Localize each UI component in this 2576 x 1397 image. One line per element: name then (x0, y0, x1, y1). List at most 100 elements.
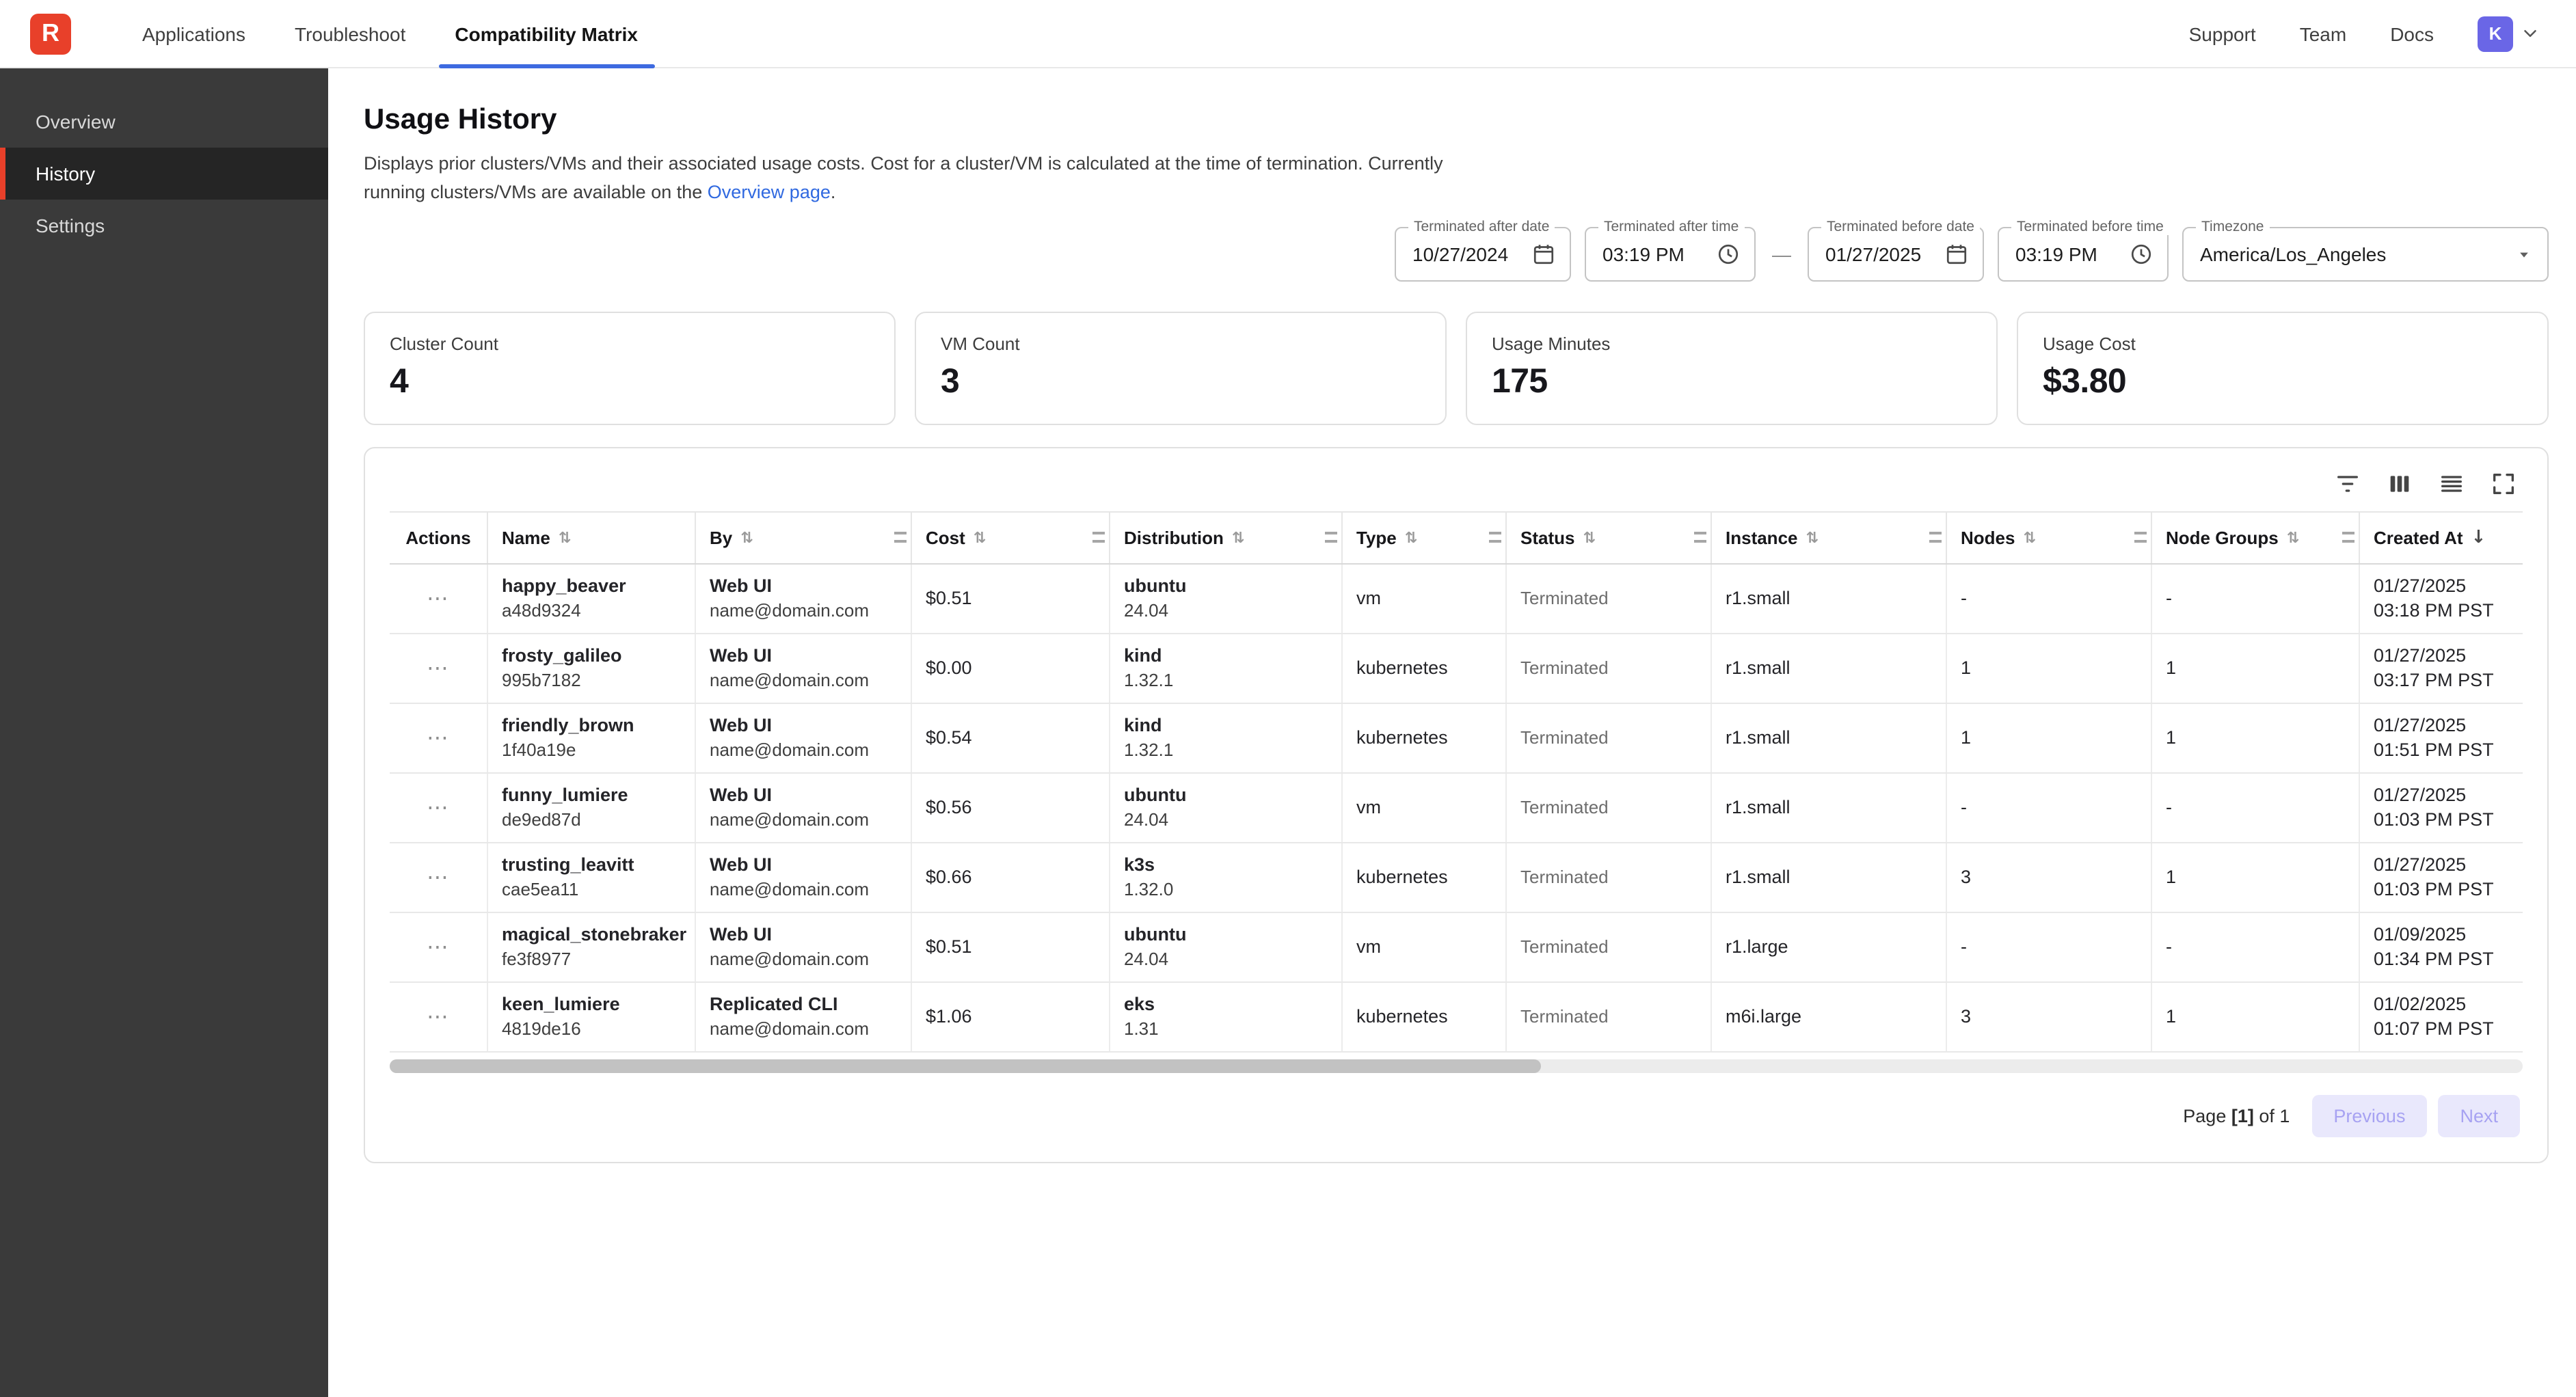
column-header-created-at[interactable]: Created At↓ (2360, 513, 2523, 563)
density-icon[interactable] (2438, 470, 2465, 498)
distribution-name: k3s (1124, 855, 1328, 876)
horizontal-scrollbar[interactable] (390, 1059, 2523, 1073)
cluster-name: funny_lumiere (502, 785, 681, 806)
row-menu-icon[interactable]: ⋯ (427, 865, 450, 891)
stat-label: Usage Cost (2043, 334, 2523, 354)
chevron-down-icon (2520, 23, 2540, 44)
filter-icon[interactable] (2334, 470, 2361, 498)
nav-link-docs[interactable]: Docs (2390, 23, 2434, 44)
cost-cell: $0.51 (912, 913, 1110, 981)
columns-icon[interactable] (2386, 470, 2413, 498)
cluster-id: cae5ea11 (502, 880, 681, 900)
row-menu-icon[interactable]: ⋯ (427, 725, 450, 751)
terminated-before-time-field[interactable]: Terminated before time 03:19 PM (1998, 227, 2169, 282)
distribution-name: kind (1124, 716, 1328, 736)
created-by: Replicated CLI (710, 994, 897, 1015)
nodes-cell: 1 (1947, 704, 2152, 772)
column-resize-handle[interactable] (1092, 532, 1105, 543)
field-label: Terminated before date (1821, 219, 1980, 235)
column-header-type[interactable]: Type⇅ (1343, 513, 1507, 563)
row-menu-icon[interactable]: ⋯ (427, 655, 450, 681)
fullscreen-icon[interactable] (2490, 470, 2517, 498)
created-date: 01/27/2025 (2374, 716, 2509, 736)
sidebar-item-history[interactable]: History (0, 148, 328, 200)
overview-page-link[interactable]: Overview page (708, 182, 831, 202)
main-content: Usage History Displays prior clusters/VM… (328, 68, 2576, 1397)
distribution-version: 1.32.1 (1124, 670, 1328, 691)
creator-email-link[interactable]: name@domain.com (710, 601, 897, 621)
creator-email-link[interactable]: name@domain.com (710, 670, 897, 691)
table-row: ⋯ friendly_brown1f40a19e Web UIname@doma… (390, 704, 2523, 774)
dropdown-caret-icon[interactable] (2514, 245, 2534, 264)
terminated-before-date-field[interactable]: Terminated before date 01/27/2025 (1808, 227, 1984, 282)
column-header-nodes[interactable]: Nodes⇅ (1947, 513, 2152, 563)
creator-email-link[interactable]: name@domain.com (710, 949, 897, 970)
timezone-select[interactable]: Timezone America/Los_Angeles (2182, 227, 2549, 282)
field-value: 10/27/2024 (1412, 243, 1520, 265)
terminated-after-time-field[interactable]: Terminated after time 03:19 PM (1585, 227, 1756, 282)
node-groups-cell: 1 (2152, 704, 2360, 772)
column-header-instance[interactable]: Instance⇅ (1712, 513, 1947, 563)
column-resize-handle[interactable] (1929, 532, 1942, 543)
next-page-button[interactable]: Next (2438, 1095, 2520, 1137)
table-toolbar (390, 462, 2523, 511)
stat-value: $3.80 (2043, 362, 2523, 402)
distribution-name: kind (1124, 646, 1328, 666)
previous-page-button[interactable]: Previous (2311, 1095, 2427, 1137)
creator-email-link[interactable]: name@domain.com (710, 1019, 897, 1040)
clock-icon[interactable] (1716, 242, 1741, 267)
brand-logo[interactable]: R (30, 13, 71, 54)
calendar-icon[interactable] (1531, 242, 1556, 267)
row-menu-icon[interactable]: ⋯ (427, 1004, 450, 1030)
column-header-distribution[interactable]: Distribution⇅ (1110, 513, 1343, 563)
status-cell: Terminated (1507, 983, 1712, 1051)
nav-tab-compatibility-matrix[interactable]: Compatibility Matrix (430, 0, 662, 67)
nav-tab-troubleshoot[interactable]: Troubleshoot (270, 0, 430, 67)
sidebar-item-settings[interactable]: Settings (0, 200, 328, 252)
scrollbar-thumb[interactable] (390, 1059, 1542, 1073)
cluster-name: keen_lumiere (502, 994, 681, 1015)
row-menu-icon[interactable]: ⋯ (427, 934, 450, 960)
status-cell: Terminated (1507, 565, 1712, 633)
cluster-id: 1f40a19e (502, 740, 681, 761)
stat-value: 3 (941, 362, 1421, 402)
row-menu-icon[interactable]: ⋯ (427, 795, 450, 821)
column-resize-handle[interactable] (1489, 532, 1501, 543)
cost-cell: $0.56 (912, 774, 1110, 842)
sidebar-item-overview[interactable]: Overview (0, 96, 328, 148)
distribution-name: ubuntu (1124, 576, 1328, 597)
column-resize-handle[interactable] (1325, 532, 1337, 543)
creator-email-link[interactable]: name@domain.com (710, 810, 897, 830)
sort-icon: ⇅ (740, 529, 753, 547)
column-header-node-groups[interactable]: Node Groups⇅ (2152, 513, 2360, 563)
column-resize-handle[interactable] (2134, 532, 2147, 543)
by-cell: Web UIname@domain.com (696, 704, 912, 772)
stat-value: 175 (1492, 362, 1972, 402)
terminated-after-date-field[interactable]: Terminated after date 10/27/2024 (1395, 227, 1571, 282)
distribution-name: ubuntu (1124, 785, 1328, 806)
field-label: Terminated before time (2011, 219, 2169, 235)
account-menu[interactable]: K (2478, 16, 2540, 51)
actions-cell: ⋯ (390, 913, 488, 981)
column-header-name[interactable]: Name⇅ (488, 513, 696, 563)
stat-card-cluster-count: Cluster Count 4 (364, 312, 896, 425)
calendar-icon[interactable] (1944, 242, 1969, 267)
column-header-by[interactable]: By⇅ (696, 513, 912, 563)
distribution-version: 1.31 (1124, 1019, 1328, 1040)
field-label: Timezone (2196, 219, 2269, 235)
nav-tab-applications[interactable]: Applications (118, 0, 270, 67)
column-resize-handle[interactable] (2342, 532, 2354, 543)
nodes-cell: 3 (1947, 983, 2152, 1051)
column-resize-handle[interactable] (1694, 532, 1706, 543)
nav-link-support[interactable]: Support (2189, 23, 2256, 44)
creator-email-link[interactable]: name@domain.com (710, 740, 897, 761)
column-header-status[interactable]: Status⇅ (1507, 513, 1712, 563)
column-header-cost[interactable]: Cost⇅ (912, 513, 1110, 563)
clock-icon[interactable] (2129, 242, 2154, 267)
nav-link-team[interactable]: Team (2300, 23, 2346, 44)
creator-email-link[interactable]: name@domain.com (710, 880, 897, 900)
distribution-version: 24.04 (1124, 949, 1328, 970)
row-menu-icon[interactable]: ⋯ (427, 586, 450, 612)
sort-icon: ⇅ (1806, 529, 1819, 547)
column-resize-handle[interactable] (894, 532, 907, 543)
